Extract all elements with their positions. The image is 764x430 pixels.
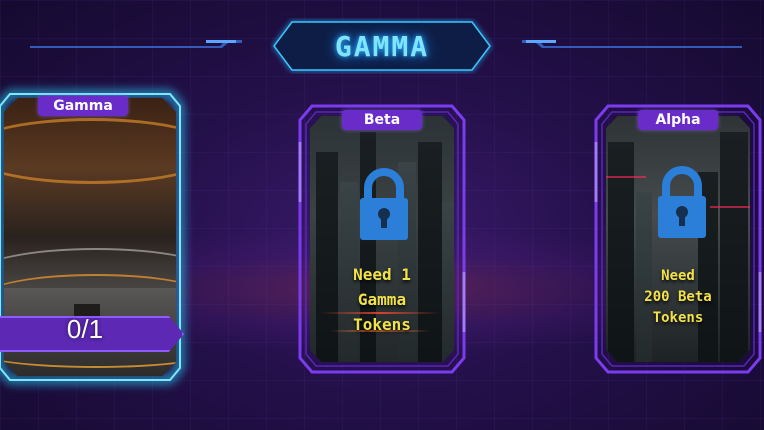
card-label-alpha: Alpha <box>638 110 718 130</box>
unlock-requirement-alpha: Need 200 Beta Tokens <box>592 266 764 329</box>
unlock-requirement-beta: Need 1 Gamma Tokens <box>296 262 468 337</box>
requirement-line: Tokens <box>353 315 411 334</box>
card-label-beta: Beta <box>342 110 422 130</box>
level-card-alpha[interactable]: Need 200 Beta Tokens Alpha <box>592 102 764 376</box>
requirement-line: Need <box>661 268 695 284</box>
requirement-line: 200 Beta <box>644 289 712 305</box>
card-label-gamma: Gamma <box>38 96 128 116</box>
level-card-beta[interactable]: Need 1 Gamma Tokens Beta <box>296 102 468 376</box>
padlock-icon <box>360 168 408 240</box>
level-card-gamma[interactable]: 0/1 Gamma <box>0 91 184 383</box>
header-decor-left <box>30 40 242 48</box>
padlock-icon <box>658 166 706 238</box>
header-decor-right <box>522 40 742 48</box>
requirement-line: Need 1 <box>353 265 411 284</box>
header-banner: GAMMA <box>270 18 494 74</box>
requirement-line: Tokens <box>652 310 704 326</box>
requirement-line: Gamma <box>357 290 407 309</box>
page-title: GAMMA <box>334 30 430 63</box>
token-counter: 0/1 <box>66 314 104 344</box>
